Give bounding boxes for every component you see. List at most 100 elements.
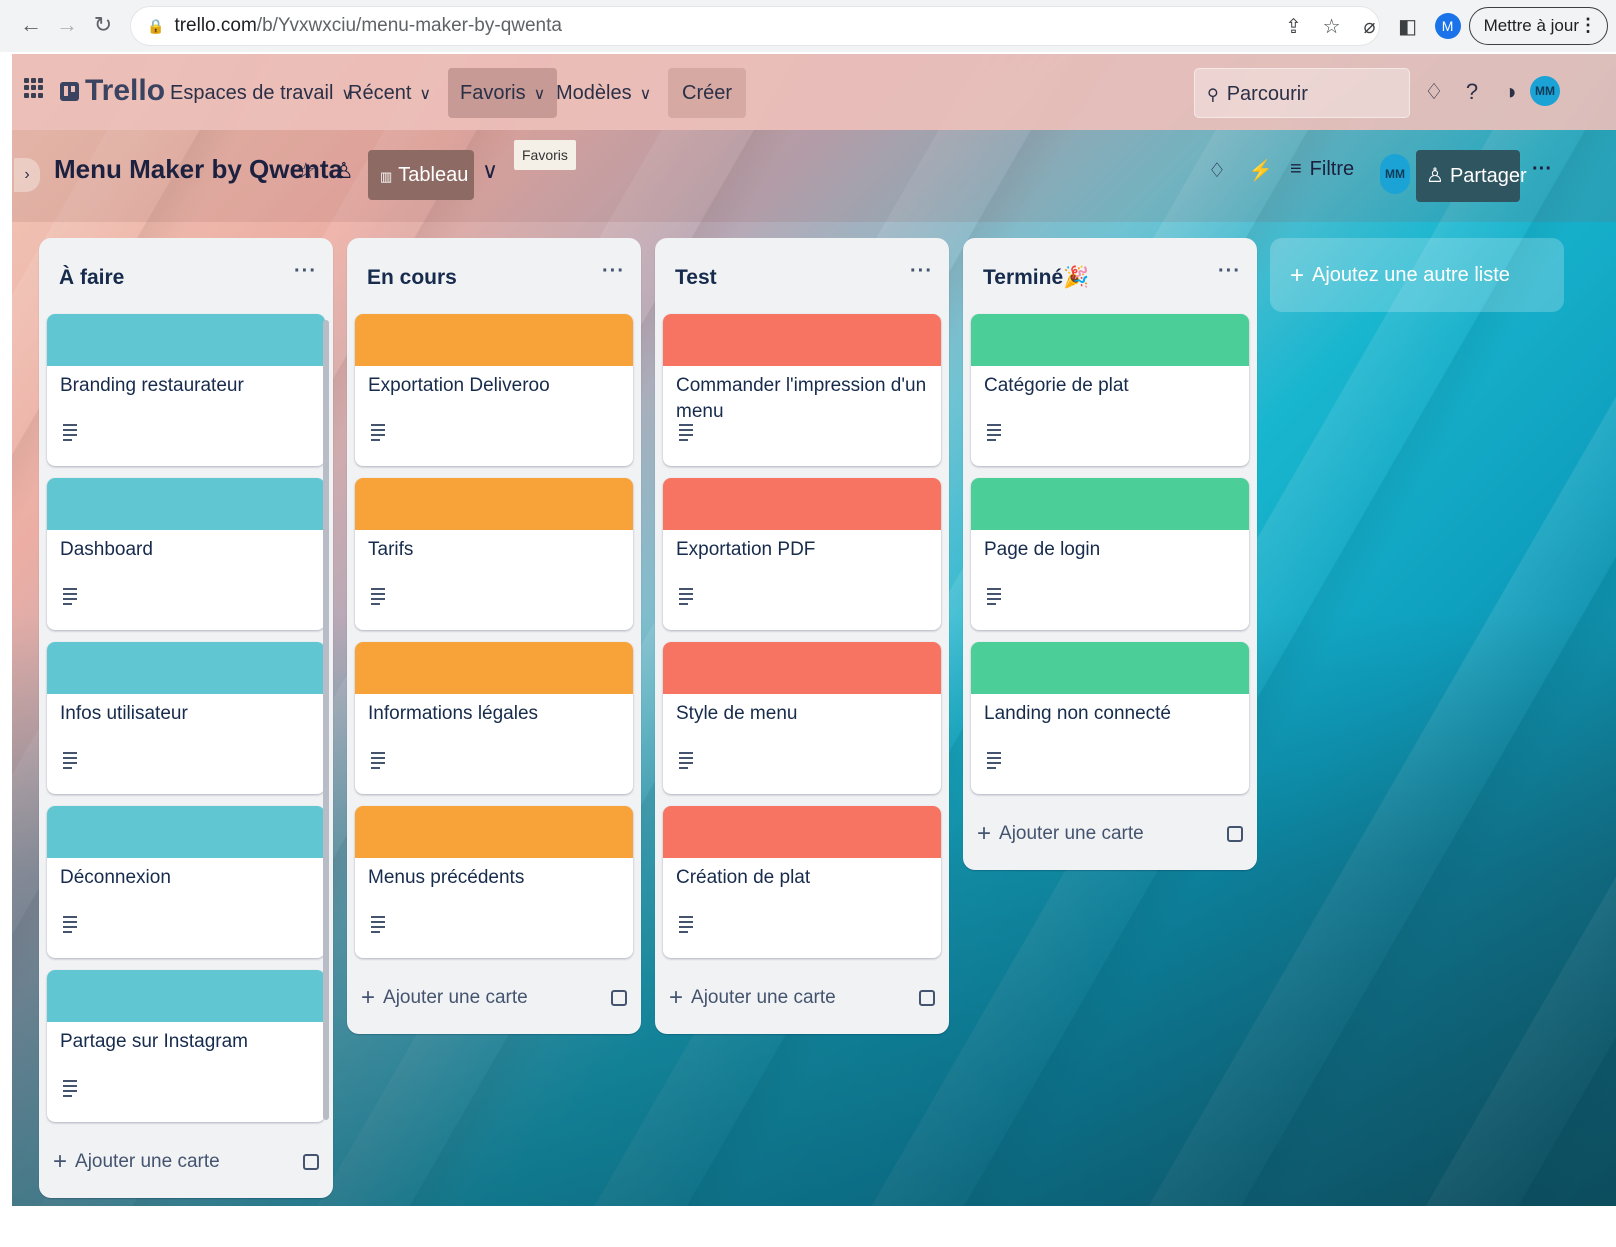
trello-logo-icon — [60, 81, 79, 101]
share-icon[interactable]: ⇪ — [1275, 14, 1313, 39]
nav-recent[interactable]: Récent ∨ — [336, 68, 443, 118]
lock-icon: 🔒 — [147, 17, 165, 34]
add-list-label: Ajoutez une autre liste — [1312, 264, 1510, 286]
chevron-down-icon[interactable]: ∨ — [482, 158, 498, 184]
share-label: Partager — [1449, 165, 1527, 187]
card[interactable]: Branding restaurateur — [47, 314, 325, 466]
list-menu-icon[interactable]: ··· — [602, 260, 625, 283]
nav-workspaces[interactable]: Espaces de travail ∨ — [158, 68, 365, 118]
add-card-button[interactable]: + Ajouter une carte — [977, 814, 1243, 854]
card[interactable]: Exportation Deliveroo — [355, 314, 633, 466]
card[interactable]: Exportation PDF — [663, 478, 941, 630]
card[interactable]: Déconnexion — [47, 806, 325, 958]
list-header[interactable]: Terminé🎉 ··· — [963, 238, 1257, 314]
card[interactable]: Partage sur Instagram — [47, 970, 325, 1122]
list: À faire ··· Branding restaurateur Dashboard… — [39, 238, 333, 1198]
app-switcher-icon[interactable] — [24, 78, 44, 98]
card-cover — [355, 806, 633, 858]
trello-app: Trello Espaces de travail ∨ Récent ∨ Favor… — [12, 54, 1616, 1247]
automation-icon[interactable]: ⚡ — [1248, 158, 1273, 183]
card-title: Exportation PDF — [676, 539, 816, 560]
card[interactable]: Menus précédents — [355, 806, 633, 958]
page-bottom — [0, 1206, 1616, 1247]
sidepanel-icon[interactable]: ◧ — [1389, 14, 1427, 39]
card-cover — [663, 314, 941, 366]
update-label: Mettre à jour — [1483, 16, 1579, 35]
browser-toolbar: ← → ↻ 🔒 trello.com/b/Yvxwxciu/menu-maker… — [0, 0, 1616, 52]
card-title: Branding restaurateur — [60, 375, 244, 396]
star-icon[interactable]: ☆ — [296, 158, 316, 184]
card[interactable]: Style de menu — [663, 642, 941, 794]
add-list-button[interactable]: + Ajoutez une autre liste — [1270, 238, 1564, 312]
view-switcher-button[interactable]: ▥ Tableau — [368, 150, 474, 200]
notifications-icon[interactable]: ♢ — [1418, 76, 1450, 108]
list-menu-icon[interactable]: ··· — [910, 260, 933, 283]
card-title: Exportation Deliveroo — [368, 375, 550, 396]
list-scrollbar[interactable] — [323, 320, 329, 1120]
trello-logo[interactable]: Trello — [60, 74, 165, 108]
filter-button[interactable]: ≡ Filtre — [1290, 158, 1354, 181]
add-card-button[interactable]: + Ajouter une carte — [669, 978, 935, 1018]
list-title: En cours — [367, 266, 457, 289]
card-cover — [355, 314, 633, 366]
extension-icon[interactable]: ⌀ — [1351, 14, 1389, 39]
power-ups-icon[interactable]: ♢ — [1208, 158, 1226, 183]
card-title: Tarifs — [368, 539, 414, 560]
card[interactable]: Page de login — [971, 478, 1249, 630]
description-icon — [987, 424, 1001, 444]
card[interactable]: Catégorie de plat — [971, 314, 1249, 466]
template-icon[interactable] — [303, 1154, 319, 1170]
list: En cours ··· Exportation Deliveroo Tarifs In… — [347, 238, 641, 1034]
list-header[interactable]: Test ··· — [655, 238, 949, 314]
template-icon[interactable] — [1227, 826, 1243, 842]
menu-icon[interactable]: ⋮ — [1579, 8, 1597, 43]
profile-icon[interactable]: M — [1434, 13, 1461, 39]
nav-templates[interactable]: Modèles ∨ — [544, 68, 663, 118]
list-header[interactable]: En cours ··· — [347, 238, 641, 314]
avatar[interactable]: MM — [1530, 76, 1560, 106]
nav-favorites[interactable]: Favoris ∨ — [448, 68, 558, 118]
template-icon[interactable] — [919, 990, 935, 1006]
forward-icon[interactable]: → — [52, 10, 82, 40]
list-menu-icon[interactable]: ··· — [1218, 260, 1241, 283]
template-icon[interactable] — [611, 990, 627, 1006]
card-cover — [663, 642, 941, 694]
card[interactable]: Informations légales — [355, 642, 633, 794]
bookmark-star-icon[interactable]: ☆ — [1313, 14, 1351, 39]
add-card-button[interactable]: + Ajouter une carte — [53, 1142, 319, 1182]
reload-icon[interactable]: ↻ — [88, 10, 118, 40]
more-icon[interactable]: ··· — [1532, 158, 1552, 181]
card-cover — [971, 314, 1249, 366]
help-icon[interactable]: ? — [1456, 76, 1488, 108]
create-label: Créer — [682, 82, 733, 104]
card[interactable]: Landing non connecté — [971, 642, 1249, 794]
theme-icon[interactable]: ◑ — [1494, 76, 1526, 108]
address-bar[interactable]: 🔒 trello.com/b/Yvxwxciu/menu-maker-by-qw… — [130, 6, 1380, 46]
visibility-icon[interactable]: ♙ — [334, 158, 354, 184]
card-title: Landing non connecté — [984, 703, 1171, 724]
url-host: trello.com — [174, 15, 257, 36]
back-icon[interactable]: ← — [16, 10, 46, 40]
card[interactable]: Tarifs — [355, 478, 633, 630]
list-header[interactable]: À faire ··· — [39, 238, 333, 314]
card-title: Infos utilisateur — [60, 703, 188, 724]
sidebar-expand-icon[interactable]: › — [14, 158, 40, 192]
card-cover — [663, 478, 941, 530]
search-input[interactable]: ⚲ Parcourir — [1194, 68, 1410, 118]
list-menu-icon[interactable]: ··· — [294, 260, 317, 283]
description-icon — [371, 752, 385, 772]
card[interactable]: Infos utilisateur — [47, 642, 325, 794]
tooltip: Favoris — [514, 140, 576, 170]
card-title: Commander l'impression d'un menu — [676, 375, 927, 422]
card[interactable]: Création de plat — [663, 806, 941, 958]
filter-label: Filtre — [1309, 158, 1355, 180]
card[interactable]: Commander l'impression d'un menu — [663, 314, 941, 466]
create-button[interactable]: Créer — [668, 68, 747, 118]
description-icon — [679, 916, 693, 936]
add-card-button[interactable]: + Ajouter une carte — [361, 978, 627, 1018]
list-title: À faire — [59, 266, 125, 289]
update-button[interactable]: Mettre à jour ⋮ — [1468, 7, 1608, 45]
share-button[interactable]: ♙ Partager — [1416, 150, 1527, 202]
card[interactable]: Dashboard — [47, 478, 325, 630]
member-avatar[interactable]: MM — [1380, 154, 1410, 194]
